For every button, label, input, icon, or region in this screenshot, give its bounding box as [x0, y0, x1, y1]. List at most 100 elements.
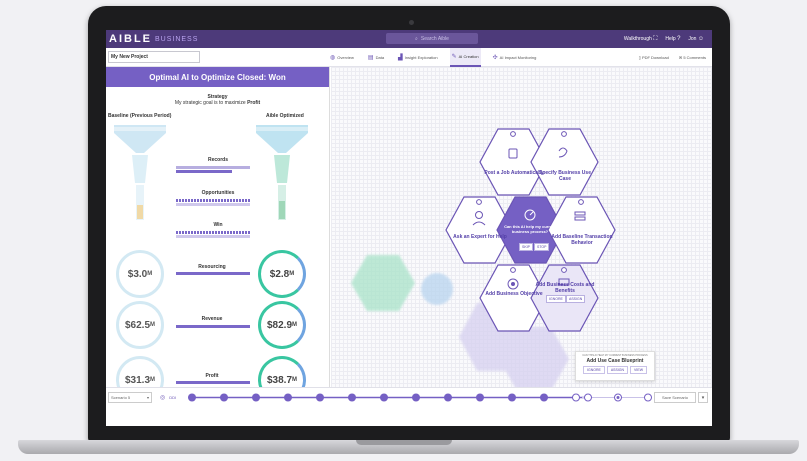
laptop-notch — [356, 440, 452, 445]
optimized-funnel — [256, 125, 308, 220]
timeline-node — [476, 393, 484, 402]
timeline-node — [412, 393, 420, 402]
tab-ai-impact-monitoring[interactable]: ✣ AI Impact Monitoring — [491, 48, 539, 67]
scenario-value: Scenario 5 — [111, 394, 131, 400]
value-text: $2.8 — [269, 268, 290, 280]
revenue-bar — [176, 325, 250, 328]
revenue-baseline-circle: $62.5 M — [116, 301, 164, 349]
screen-bottom-bezel — [106, 416, 712, 426]
timeline-node — [444, 393, 452, 402]
win-bar-optimized — [176, 235, 250, 238]
value-text: $62.5 — [124, 319, 151, 331]
costs-ignore-button[interactable]: IGNORE — [546, 295, 566, 303]
comments-label: 5 Comments — [683, 55, 706, 60]
ddi-label: DDI — [169, 394, 177, 400]
timeline-node — [220, 393, 228, 402]
profit-bar — [176, 381, 250, 384]
chart-icon: ▟ — [398, 55, 403, 61]
help-label: Help — [665, 36, 676, 42]
strategy-text: My strategic goal is to maximize Profit — [106, 100, 329, 106]
value-unit: M — [292, 377, 298, 383]
value-unit: M — [150, 377, 156, 383]
records-bar-baseline — [176, 166, 250, 169]
tab-overview[interactable]: ◍ Overview — [328, 48, 356, 67]
user-name: Jon — [688, 36, 697, 42]
comments-button[interactable]: ✉ 5 Comments — [679, 55, 706, 60]
timeline-node-empty — [584, 393, 592, 402]
tab-ai-creation[interactable]: ✎ AI Creation — [449, 48, 481, 67]
timeline-node-empty — [644, 393, 652, 402]
center-skip-button[interactable]: SKIP — [519, 243, 533, 251]
user-menu[interactable]: Jon ☺ — [688, 36, 704, 42]
timeline-node — [252, 393, 260, 402]
profit-label: Profit — [205, 373, 219, 379]
metric-opportunities-label: Opportunities — [201, 190, 235, 196]
value-unit: M — [292, 322, 298, 328]
specify-use-case-text[interactable]: Specify Business Use Case — [533, 170, 597, 182]
timeline-node — [284, 393, 292, 402]
baseline-behavior-hex — [547, 196, 616, 264]
resourcing-baseline-circle: $3.0 M — [116, 250, 164, 298]
metric-records-label: Records — [207, 157, 228, 163]
revenue-label: Revenue — [201, 316, 223, 322]
timeline-tail[interactable] — [582, 391, 652, 404]
help-icon: ? — [677, 36, 681, 42]
hex-canvas[interactable]: Post a Job Automatically Specify Busines… — [331, 67, 712, 387]
tab-data[interactable]: ▤ Data — [366, 48, 386, 67]
use-case-blueprint-popup: CAN THIS AI HELP MY CURRENT BUSINESS PRO… — [575, 351, 655, 381]
value-text: $82.9 — [266, 319, 293, 331]
strategy-block: Strategy My strategic goal is to maximiz… — [106, 94, 329, 106]
blurred-avatar — [421, 273, 453, 305]
records-bar-optimized — [176, 170, 232, 173]
tab-label: Overview — [337, 55, 354, 60]
help-button[interactable]: Help ? — [665, 36, 680, 42]
blueprint-ignore-button[interactable]: IGNORE — [583, 366, 605, 374]
app-logo-subtitle: BUSINESS — [155, 35, 199, 43]
baseline-behavior-text[interactable]: Add Baseline Transaction Behavior — [550, 234, 614, 246]
costs-assign-button[interactable]: ASSIGN — [566, 295, 586, 303]
save-scenario-button[interactable]: Save Scenario — [654, 392, 696, 403]
tab-label: AI Creation — [458, 54, 479, 59]
value-unit: M — [150, 322, 156, 328]
value-text: $3.0 — [127, 268, 148, 280]
chevron-down-icon: ▾ — [146, 394, 149, 400]
timeline-node — [540, 393, 548, 402]
walkthrough-button[interactable]: Walkthrough ⛶ — [624, 36, 657, 43]
timeline-node — [188, 393, 196, 402]
scenario-timeline: Scenario 5 ▾ ◎ DDI Save Scenario ▾ — [106, 387, 712, 406]
revenue-optimized-circle: $82.9 M — [258, 301, 306, 349]
ask-expert-text[interactable]: Ask an Expert for Help — [448, 234, 512, 240]
pdf-label: PDF Download — [641, 55, 669, 60]
top-bar: AIBLE BUSINESS ⌕ Search Aible Walkthroug… — [106, 30, 712, 48]
opportunities-bar-optimized — [176, 203, 250, 206]
user-icon: ☺ — [697, 36, 704, 42]
opportunities-bar-baseline — [176, 199, 250, 202]
panel-title: Optimal AI to Optimize Closed: Won — [106, 67, 329, 87]
blueprint-view-button[interactable]: VIEW — [630, 366, 647, 374]
resourcing-bar — [176, 272, 250, 275]
blueprint-assign-button[interactable]: ASSIGN — [606, 366, 629, 374]
value-unit: M — [289, 271, 295, 277]
pdf-download-button[interactable]: ▯ PDF Download — [639, 55, 669, 60]
app-logo[interactable]: AIBLE — [109, 33, 152, 45]
wand-icon: ✎ — [451, 54, 457, 60]
project-toolbar: My New Project ◍ Overview ▤ Data ▟ Insight … — [106, 48, 712, 67]
results-panel: Optimal AI to Optimize Closed: Won Strat… — [106, 67, 330, 404]
settings-icon[interactable]: ◎ — [160, 394, 165, 401]
chevron-down-icon[interactable]: ▾ — [698, 392, 708, 403]
center-stop-button[interactable]: STOP — [534, 243, 550, 251]
timeline-track[interactable] — [188, 391, 588, 404]
project-name-field[interactable]: My New Project — [108, 51, 200, 63]
value-unit: M — [147, 271, 153, 277]
optimized-label: Aible Optimized — [266, 113, 304, 119]
tab-insight-exploration[interactable]: ▟ Insight Exploration — [396, 48, 440, 67]
scenario-select[interactable]: Scenario 5 ▾ — [108, 391, 152, 403]
blurred-hex — [351, 255, 415, 311]
database-icon: ▤ — [367, 55, 374, 61]
blueprint-caption: CAN THIS AI HELP MY CURRENT BUSINESS PRO… — [582, 354, 648, 357]
main-tabs: ◍ Overview ▤ Data ▟ Insight Exploration ✎ AI… — [328, 48, 538, 67]
globe-icon: ◍ — [330, 55, 336, 61]
search-bar[interactable]: ⌕ Search Aible — [386, 33, 478, 44]
costs-benefits-text[interactable]: Add Business Costs and Benefits — [533, 282, 597, 294]
timeline-node — [508, 393, 516, 402]
